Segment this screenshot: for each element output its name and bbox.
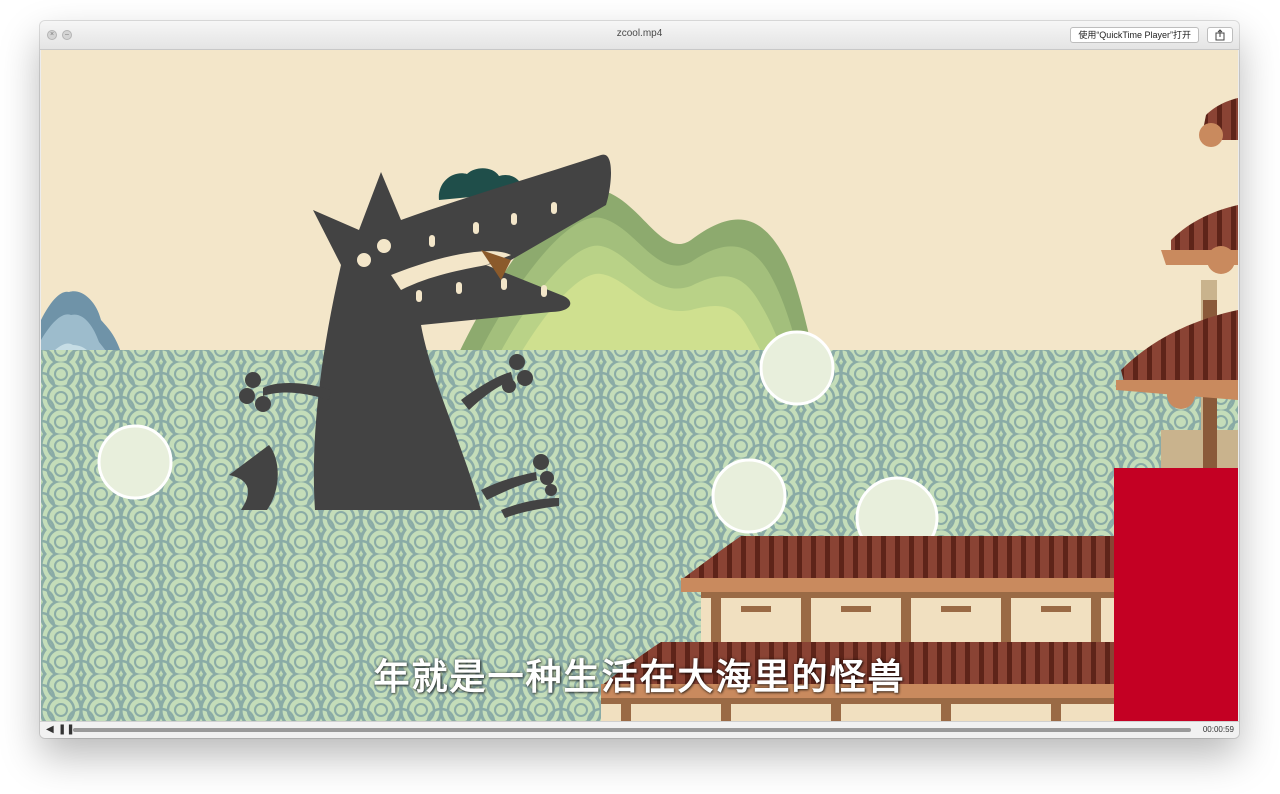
quicklook-window: × – zcool.mp4 使用“QuickTime Player”打开 年就是… — [40, 21, 1239, 738]
time-display: 00:00:59 — [1202, 725, 1234, 734]
playback-controls: ◀ ❚❚ 00:00:59 — [40, 721, 1239, 738]
title-bar: × – zcool.mp4 使用“QuickTime Player”打开 — [40, 21, 1239, 50]
volume-icon[interactable]: ◀ — [46, 724, 54, 736]
video-illustration — [41, 50, 1238, 721]
open-with-quicktime-button[interactable]: 使用“QuickTime Player”打开 — [1070, 27, 1199, 43]
share-button[interactable] — [1207, 27, 1233, 43]
window-title: zcool.mp4 — [616, 28, 663, 39]
progress-bar[interactable] — [73, 728, 1191, 732]
progress-fill — [73, 728, 1191, 732]
video-subtitle: 年就是一种生活在大海里的怪兽 — [373, 657, 906, 698]
share-icon — [1215, 29, 1225, 41]
video-frame[interactable]: 年就是一种生活在大海里的怪兽 — [41, 50, 1238, 721]
